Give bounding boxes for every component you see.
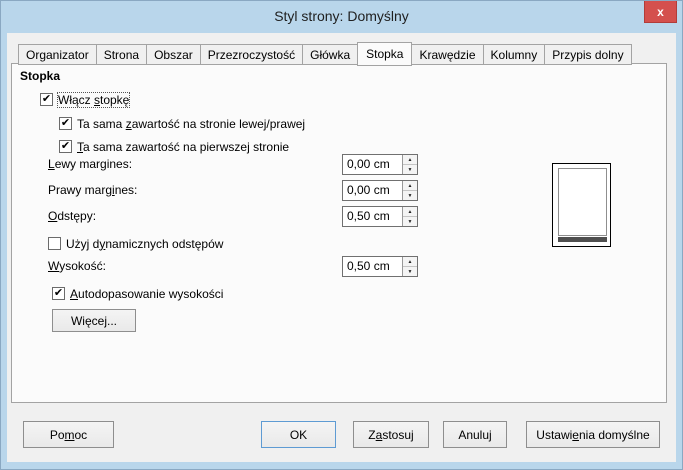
spin-buttons: ▲ ▼ bbox=[402, 257, 417, 276]
spin-up-icon[interactable]: ▲ bbox=[403, 181, 417, 191]
checkbox-label: Włącz stopkę bbox=[56, 91, 131, 108]
spin-up-icon[interactable]: ▲ bbox=[403, 257, 417, 267]
checkbox-box[interactable]: ✔ bbox=[40, 93, 53, 106]
height-spinfield[interactable]: 0,50 cm ▲ ▼ bbox=[342, 256, 418, 277]
tab-strona[interactable]: Strona bbox=[95, 44, 148, 65]
height-value[interactable]: 0,50 cm bbox=[343, 257, 402, 276]
checkbox-autofit-height[interactable]: ✔ Autodopasowanie wysokości bbox=[52, 286, 223, 301]
tab-stopka[interactable]: Stopka bbox=[357, 42, 413, 66]
spacing-value[interactable]: 0,50 cm bbox=[343, 207, 402, 226]
page-preview-footer-bar bbox=[558, 237, 607, 242]
check-icon: ✔ bbox=[60, 139, 71, 152]
check-icon: ✔ bbox=[41, 92, 52, 105]
page-preview bbox=[552, 163, 611, 247]
dialog-body: Organizator Strona Obszar Przezroczystoś… bbox=[7, 33, 676, 462]
apply-button[interactable]: Zastosuj bbox=[353, 421, 429, 448]
height-label: Wysokość: bbox=[48, 259, 106, 273]
titlebar[interactable]: Styl strony: Domyślny bbox=[1, 1, 682, 33]
tab-glowka[interactable]: Główka bbox=[302, 44, 359, 65]
checkbox-box[interactable]: ✔ bbox=[59, 140, 72, 153]
tab-przypis-dolny[interactable]: Przypis dolny bbox=[544, 44, 632, 65]
checkbox-same-content-first-page[interactable]: ✔ Ta sama zawartość na pierwszej stronie bbox=[59, 139, 289, 154]
section-heading: Stopka bbox=[20, 69, 61, 83]
check-icon: ✔ bbox=[60, 116, 71, 129]
ok-button[interactable]: OK bbox=[261, 421, 336, 448]
checkbox-dynamic-spacing[interactable]: Użyj dynamicznych odstępów bbox=[48, 236, 223, 251]
cancel-button[interactable]: Anuluj bbox=[443, 421, 507, 448]
right-margin-value[interactable]: 0,00 cm bbox=[343, 181, 402, 200]
tab-przezroczystosc[interactable]: Przezroczystość bbox=[199, 44, 304, 65]
reset-defaults-button[interactable]: Ustawienia domyślne bbox=[526, 421, 660, 448]
spin-buttons: ▲ ▼ bbox=[402, 155, 417, 174]
checkbox-same-content-left-right[interactable]: ✔ Ta sama zawartość na stronie lewej/pra… bbox=[59, 116, 305, 131]
page-preview-body bbox=[558, 168, 607, 236]
footer-tab-page: Stopka ✔ Włącz stopkę ✔ Ta sama zawartoś… bbox=[11, 63, 667, 403]
spacing-label: Odstępy: bbox=[48, 209, 97, 223]
tab-krawedzie[interactable]: Krawędzie bbox=[411, 44, 484, 65]
spin-buttons: ▲ ▼ bbox=[402, 181, 417, 200]
spin-down-icon[interactable]: ▼ bbox=[403, 191, 417, 200]
right-margin-label: Prawy margines: bbox=[48, 183, 138, 197]
check-icon: ✔ bbox=[53, 286, 64, 299]
tab-obszar[interactable]: Obszar bbox=[146, 44, 201, 65]
checkbox-box[interactable] bbox=[48, 237, 61, 250]
checkbox-box[interactable]: ✔ bbox=[59, 117, 72, 130]
checkbox-enable-footer[interactable]: ✔ Włącz stopkę bbox=[40, 91, 131, 108]
close-icon: x bbox=[657, 4, 664, 19]
spin-down-icon[interactable]: ▼ bbox=[403, 267, 417, 276]
checkbox-box[interactable]: ✔ bbox=[52, 287, 65, 300]
spin-buttons: ▲ ▼ bbox=[402, 207, 417, 226]
checkbox-label: Ta sama zawartość na stronie lewej/prawe… bbox=[77, 116, 306, 131]
spacing-spinfield[interactable]: 0,50 cm ▲ ▼ bbox=[342, 206, 418, 227]
right-margin-spinfield[interactable]: 0,00 cm ▲ ▼ bbox=[342, 180, 418, 201]
tab-organizator[interactable]: Organizator bbox=[18, 44, 97, 65]
help-button[interactable]: Pomoc bbox=[23, 421, 114, 448]
spin-down-icon[interactable]: ▼ bbox=[403, 217, 417, 226]
spin-up-icon[interactable]: ▲ bbox=[403, 207, 417, 217]
checkbox-label: Użyj dynamicznych odstępów bbox=[66, 236, 224, 251]
tab-bar: Organizator Strona Obszar Przezroczystoś… bbox=[18, 42, 632, 66]
tab-kolumny[interactable]: Kolumny bbox=[482, 44, 546, 65]
window-title: Styl strony: Domyślny bbox=[274, 8, 409, 24]
spin-down-icon[interactable]: ▼ bbox=[403, 165, 417, 174]
more-button[interactable]: Więcej... bbox=[52, 309, 136, 332]
checkbox-label: Autodopasowanie wysokości bbox=[70, 286, 224, 301]
left-margin-value[interactable]: 0,00 cm bbox=[343, 155, 402, 174]
left-margin-label: Lewy margines: bbox=[48, 157, 133, 171]
checkbox-label: Ta sama zawartość na pierwszej stronie bbox=[77, 139, 290, 154]
spin-up-icon[interactable]: ▲ bbox=[403, 155, 417, 165]
left-margin-spinfield[interactable]: 0,00 cm ▲ ▼ bbox=[342, 154, 418, 175]
close-button[interactable]: x bbox=[644, 1, 677, 23]
page-style-dialog: Styl strony: Domyślny x Organizator Stro… bbox=[0, 0, 683, 470]
